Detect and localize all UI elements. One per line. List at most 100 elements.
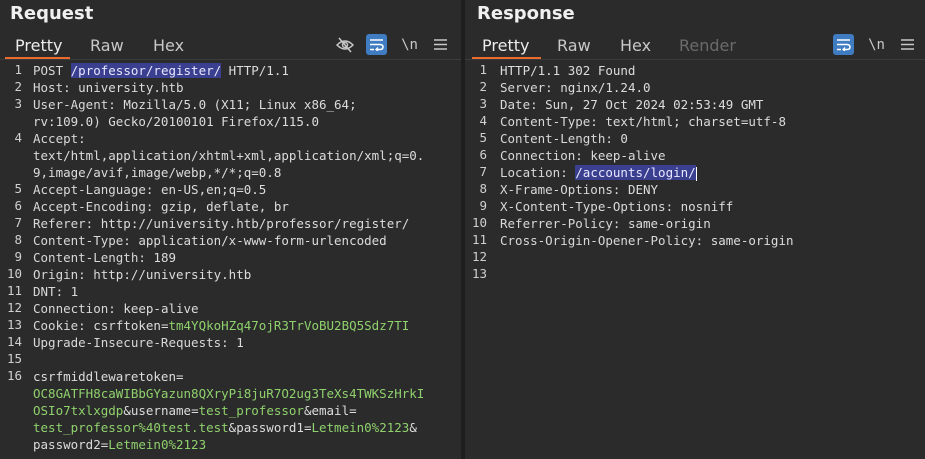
code-line[interactable]: Accept: bbox=[33, 130, 93, 147]
line-number: 13 bbox=[6, 317, 22, 332]
tab-pretty[interactable]: Pretty bbox=[482, 36, 529, 55]
code-line[interactable]: POST /professor/register/ HTTP/1.1 bbox=[33, 62, 289, 79]
line-number: 4 bbox=[14, 130, 22, 145]
code-token: 1 bbox=[236, 335, 244, 350]
code-line[interactable]: Date: Sun, 27 Oct 2024 02:53:49 GMT bbox=[500, 96, 763, 113]
line-number: 11 bbox=[471, 232, 487, 247]
code-line[interactable]: Content-Type: application/x-www-form-url… bbox=[33, 232, 387, 249]
code-token: keep-alive bbox=[123, 301, 199, 316]
header-name: User-Agent: bbox=[33, 97, 124, 112]
code-token: OSIo7txlxgdp bbox=[33, 403, 124, 418]
tab-hex[interactable]: Hex bbox=[153, 36, 184, 55]
code-line[interactable]: X-Frame-Options: DENY bbox=[500, 181, 658, 198]
code-token: http://university.htb/professor/register… bbox=[100, 216, 410, 231]
code-token: rv:109.0) Gecko/20100101 Firefox/115.0 bbox=[33, 114, 319, 129]
newline-toggle[interactable]: \n bbox=[866, 34, 887, 55]
code-line[interactable]: Accept-Encoding: gzip, deflate, br bbox=[33, 198, 289, 215]
code-token: 9,image/avif,image/webp,*/*;q=0.8 bbox=[33, 165, 282, 180]
code-line[interactable]: Origin: http://university.htb bbox=[33, 266, 251, 283]
code-line[interactable]: DNT: 1 bbox=[33, 283, 78, 300]
header-name: Accept-Encoding: bbox=[33, 199, 161, 214]
code-line[interactable]: User-Agent: Mozilla/5.0 (X11; Linux x86_… bbox=[33, 96, 357, 113]
code-line[interactable]: Host: university.htb bbox=[33, 79, 184, 96]
code-line[interactable]: Content-Length: 0 bbox=[500, 130, 628, 147]
header-name: Content-Length: bbox=[500, 131, 621, 146]
code-token: 0 bbox=[620, 131, 628, 146]
line-number: 1 bbox=[479, 62, 487, 77]
header-name: Content-Length: bbox=[33, 250, 154, 265]
code-token: same-origin bbox=[710, 233, 794, 248]
code-token: Sun, 27 Oct 2024 02:53:49 GMT bbox=[545, 97, 764, 112]
code-line[interactable]: Accept-Language: en-US,en;q=0.5 bbox=[33, 181, 266, 198]
code-line[interactable]: Content-Length: 189 bbox=[33, 249, 176, 266]
tab-raw[interactable]: Raw bbox=[557, 36, 591, 55]
code-line[interactable]: Upgrade-Insecure-Requests: 1 bbox=[33, 334, 244, 351]
text-cursor bbox=[695, 166, 697, 181]
code-token: password1 bbox=[236, 420, 304, 435]
code-line[interactable]: password2=Letmein0%2123 bbox=[33, 436, 206, 453]
code-token: password2 bbox=[33, 437, 101, 452]
header-name: Connection: bbox=[33, 301, 124, 316]
code-line[interactable]: Cross-Origin-Opener-Policy: same-origin bbox=[500, 232, 794, 249]
code-line[interactable]: Referrer-Policy: same-origin bbox=[500, 215, 711, 232]
code-token: application/x-www-form-urlencoded bbox=[138, 233, 387, 248]
code-line[interactable]: Location: /accounts/login/ bbox=[500, 164, 697, 181]
code-line[interactable]: OC8GATFH8caWIBbGYazun8QXryPi8juR7O2ug3Te… bbox=[33, 385, 424, 402]
header-name: Content-Type: bbox=[33, 233, 139, 248]
code-line[interactable]: rv:109.0) Gecko/20100101 Firefox/115.0 bbox=[33, 113, 319, 130]
line-number: 8 bbox=[479, 181, 487, 196]
code-line[interactable]: test_professor%40test.test&password1=Let… bbox=[33, 419, 417, 436]
tab-pretty[interactable]: Pretty bbox=[15, 36, 62, 55]
header-name: Location: bbox=[500, 165, 576, 180]
response-editor[interactable]: 1 2 3 4 5 6 7 8 9 10 11 12 13 HTTP/1.1 302 Found Serv… bbox=[465, 62, 925, 459]
line-number: 4 bbox=[479, 113, 487, 128]
code-line[interactable]: OSIo7txlxgdp&username=test_professor&ema… bbox=[33, 402, 357, 419]
wrap-icon[interactable] bbox=[366, 34, 387, 55]
header-name: DNT: bbox=[33, 284, 71, 299]
tabs-border bbox=[465, 59, 925, 60]
code-token: text/html,application/xhtml+xml,applicat… bbox=[33, 148, 425, 163]
request-tabs: Pretty Raw Hex bbox=[0, 34, 461, 59]
request-editor[interactable]: 1 2 3 4 5 6 7 8 9 10 11 12 13 14 15 16 POST /professor/… bbox=[0, 62, 461, 459]
line-number: 13 bbox=[471, 266, 487, 281]
tab-render[interactable]: Render bbox=[679, 36, 736, 55]
code-line[interactable]: csrfmiddlewaretoken= bbox=[33, 368, 184, 385]
code-line[interactable]: Cookie: csrftoken=tm4YQkoHZq47ojR3TrVoBU… bbox=[33, 317, 409, 334]
newline-toggle[interactable]: \n bbox=[399, 34, 420, 55]
header-name: Cross-Origin-Opener-Policy: bbox=[500, 233, 711, 248]
code-line[interactable]: 9,image/avif,image/webp,*/*;q=0.8 bbox=[33, 164, 281, 181]
header-name: Server: bbox=[500, 80, 561, 95]
request-title: Request bbox=[10, 3, 94, 24]
header-name: Upgrade-Insecure-Requests: bbox=[33, 335, 237, 350]
response-pane: Response Pretty Raw Hex Render \n 123456… bbox=[465, 0, 925, 459]
code-token: en-US,en;q=0.5 bbox=[160, 182, 267, 197]
code-line[interactable]: text/html,application/xhtml+xml,applicat… bbox=[33, 147, 424, 164]
code-line[interactable]: Content-Type: text/html; charset=utf-8 bbox=[500, 113, 786, 130]
tab-hex[interactable]: Hex bbox=[620, 36, 651, 55]
wrap-icon[interactable] bbox=[833, 34, 854, 55]
line-number: 2 bbox=[14, 79, 22, 94]
line-number: 11 bbox=[6, 283, 22, 298]
menu-icon[interactable] bbox=[430, 34, 451, 55]
header-name: Referer: bbox=[33, 216, 101, 231]
line-number: 2 bbox=[479, 79, 487, 94]
code-token: same-origin bbox=[627, 216, 711, 231]
code-token: = bbox=[176, 369, 184, 384]
menu-icon[interactable] bbox=[897, 34, 918, 55]
header-name: X-Content-Type-Options: bbox=[500, 199, 681, 214]
code-line[interactable]: Server: nginx/1.24.0 bbox=[500, 79, 651, 96]
line-number: 12 bbox=[6, 300, 22, 315]
code-line[interactable]: X-Content-Type-Options: nosniff bbox=[500, 198, 733, 215]
line-number: 14 bbox=[6, 334, 22, 349]
code-token: Letmein0%2123 bbox=[108, 437, 207, 452]
header-name: Host: bbox=[33, 80, 79, 95]
code-line[interactable]: Connection: keep-alive bbox=[33, 300, 199, 317]
code-token: nosniff bbox=[680, 199, 734, 214]
line-number: 1 bbox=[14, 62, 22, 77]
tab-raw[interactable]: Raw bbox=[90, 36, 124, 55]
header-name: Date: bbox=[500, 97, 546, 112]
eye-slash-icon[interactable] bbox=[334, 34, 355, 55]
code-line[interactable]: Connection: keep-alive bbox=[500, 147, 666, 164]
code-line[interactable]: HTTP/1.1 302 Found bbox=[500, 62, 635, 79]
code-line[interactable]: Referer: http://university.htb/professor… bbox=[33, 215, 409, 232]
